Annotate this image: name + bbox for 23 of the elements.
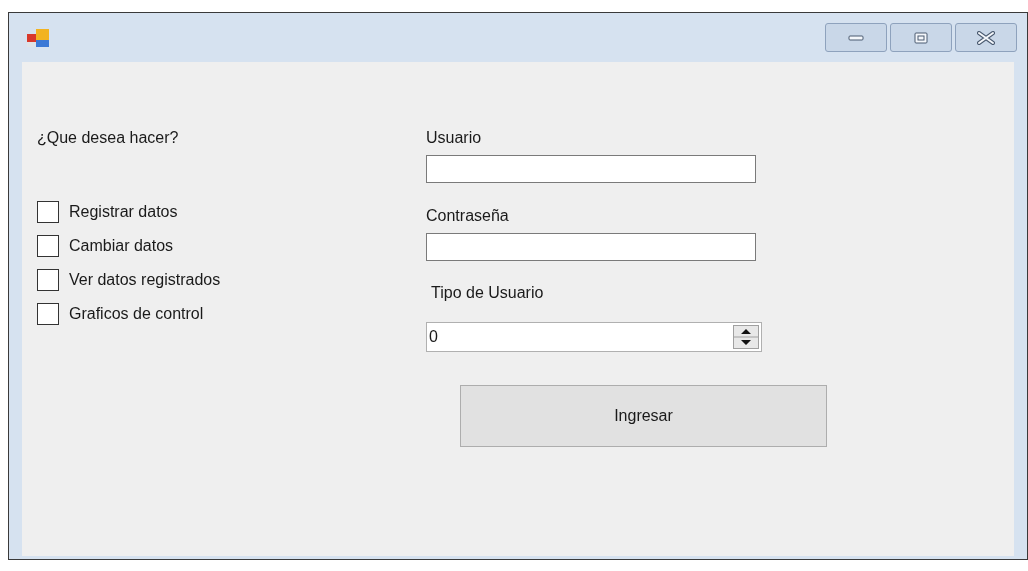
checkbox[interactable] (37, 303, 59, 325)
maximize-icon (914, 31, 928, 44)
checkbox[interactable] (37, 201, 59, 223)
app-icon (27, 28, 49, 47)
password-field[interactable] (426, 233, 756, 261)
close-button[interactable] (955, 23, 1017, 52)
minimize-icon (848, 33, 864, 42)
checkbox[interactable] (37, 235, 59, 257)
maximize-button[interactable] (890, 23, 952, 52)
user-type-label: Tipo de Usuario (431, 283, 545, 303)
checkbox-option[interactable]: Cambiar datos (37, 235, 174, 257)
password-label: Contraseña (426, 206, 510, 226)
close-icon (977, 30, 995, 45)
ingresar-button[interactable]: Ingresar (460, 385, 827, 447)
user-type-spinner[interactable]: 0 (426, 322, 762, 352)
spin-arrows-icon[interactable] (733, 325, 759, 349)
checkbox[interactable] (37, 269, 59, 291)
user-field[interactable] (426, 155, 756, 183)
checkbox-option[interactable]: Ver datos registrados (37, 269, 221, 291)
checkbox-option[interactable]: Registrar datos (37, 201, 178, 223)
prompt-label: ¿Que desea hacer? (37, 128, 180, 148)
checkbox-option[interactable]: Graficos de control (37, 303, 204, 325)
user-label: Usuario (426, 128, 483, 148)
